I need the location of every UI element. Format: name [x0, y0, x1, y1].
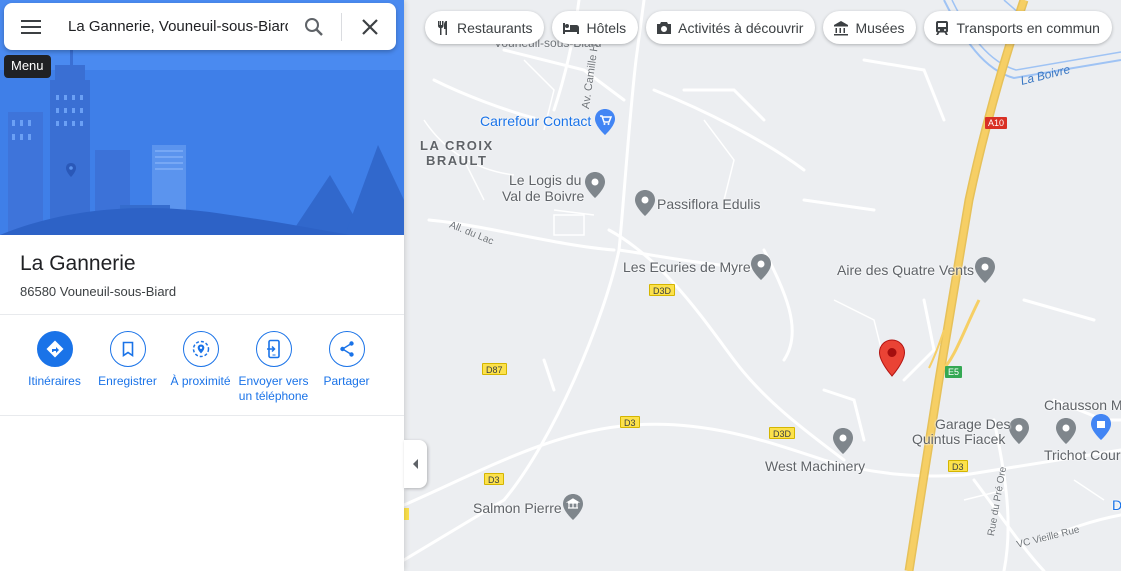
place-address: 86580 Vouneuil-sous-Biard [20, 284, 177, 299]
road-shield-partial [404, 508, 409, 520]
poi-label[interactable]: Aire des Quatre Vents [837, 262, 974, 278]
road-shield-d87: D87 [482, 363, 507, 375]
shopping-bag-icon[interactable] [1090, 413, 1112, 441]
action-buttons: Itinéraires Enregistrer À proximité Envo… [18, 331, 388, 404]
maps-app: LA CROIX BRAULT Av. Camille Hablizig All… [0, 0, 1121, 571]
hotel-icon [563, 22, 580, 34]
divider [0, 415, 404, 416]
map-canvas[interactable]: LA CROIX BRAULT Av. Camille Hablizig All… [404, 0, 1121, 571]
road-shield-a10: A10 [985, 117, 1008, 129]
place-pin-icon[interactable] [1055, 417, 1077, 445]
poi-label[interactable]: Garage Des [935, 416, 1010, 432]
chevron-left-icon [412, 459, 418, 469]
hamburger-menu-icon[interactable] [18, 15, 44, 39]
museum-icon [834, 20, 849, 35]
action-label: Partager [323, 374, 370, 388]
close-icon[interactable] [358, 15, 382, 39]
camera-icon [657, 21, 672, 34]
poi-label[interactable]: Trichot Cour [1044, 447, 1121, 463]
shopping-cart-icon[interactable] [594, 108, 616, 136]
action-label: Enregistrer [98, 374, 157, 388]
selected-location-pin-icon[interactable] [878, 339, 906, 377]
chip-museums[interactable]: Musées [823, 11, 917, 44]
place-pin-icon[interactable] [634, 189, 656, 217]
road-shield-d3: D3 [484, 473, 504, 485]
share-button[interactable]: Partager [310, 331, 383, 404]
area-label: LA CROIX [420, 138, 494, 153]
share-icon [339, 341, 354, 357]
chip-hotels[interactable]: Hôtels [552, 11, 639, 44]
poi-label[interactable]: Carrefour Contact [480, 113, 591, 129]
chip-transit[interactable]: Transports en commun [924, 11, 1112, 44]
search-input[interactable] [68, 13, 288, 39]
search-icon[interactable] [302, 15, 326, 39]
place-pin-icon[interactable] [584, 171, 606, 199]
restaurant-icon [438, 20, 447, 35]
poi-label[interactable]: Quintus Fiacek [912, 431, 1005, 447]
place-pin-icon[interactable] [750, 253, 772, 281]
road-shield-d3: D3 [948, 460, 968, 472]
road-shield-d3d: D3D [649, 284, 676, 296]
poi-label[interactable]: West Machinery [765, 458, 865, 474]
divider [0, 314, 404, 315]
nearby-icon [192, 340, 209, 358]
area-label: BRAULT [426, 153, 488, 168]
poi-label[interactable]: Chausson Matériaux [1044, 397, 1121, 413]
museum-pin-icon[interactable] [562, 493, 584, 521]
poi-label[interactable]: Les Ecuries de Myre [623, 259, 751, 275]
nearby-button[interactable]: À proximité [164, 331, 237, 404]
place-title: La Gannerie [20, 252, 136, 275]
send-to-phone-button[interactable]: Envoyer vers un téléphone [237, 331, 310, 404]
place-pin-icon[interactable] [1008, 417, 1030, 445]
road-shield-d3d: D3D [769, 427, 796, 439]
map-roads [404, 0, 1121, 571]
poi-label[interactable]: D [1112, 497, 1121, 513]
chip-activities[interactable]: Activités à découvrir [646, 11, 816, 44]
poi-label[interactable]: Val de Boivre [502, 188, 584, 204]
side-panel: Menu La Gannerie 86580 Vouneuil-sous-Bia… [0, 0, 404, 571]
road-shield-d3: D3 [620, 416, 640, 428]
collapse-panel-button[interactable] [404, 440, 427, 488]
search-box [4, 3, 396, 50]
action-label: Itinéraires [28, 374, 81, 388]
place-pin-icon[interactable] [974, 256, 996, 284]
directions-icon [46, 340, 63, 358]
transit-icon [936, 20, 949, 35]
place-pin-icon[interactable] [832, 427, 854, 455]
send-to-phone-icon [266, 339, 280, 359]
search-divider [341, 13, 342, 41]
action-label: À proximité [170, 374, 231, 388]
bookmark-icon [122, 341, 133, 357]
menu-tooltip: Menu [4, 55, 51, 78]
save-button[interactable]: Enregistrer [91, 331, 164, 404]
action-label: Envoyer vers un téléphone [238, 374, 309, 403]
category-chips: Restaurants Hôtels Activités à découvrir… [425, 11, 1112, 44]
poi-label[interactable]: Le Logis du [509, 172, 581, 188]
directions-button[interactable]: Itinéraires [18, 331, 91, 404]
poi-label[interactable]: Passiflora Edulis [657, 196, 761, 212]
road-shield-e5: E5 [945, 366, 963, 378]
chip-restaurants[interactable]: Restaurants [425, 11, 545, 44]
poi-label[interactable]: Salmon Pierre [473, 500, 562, 516]
